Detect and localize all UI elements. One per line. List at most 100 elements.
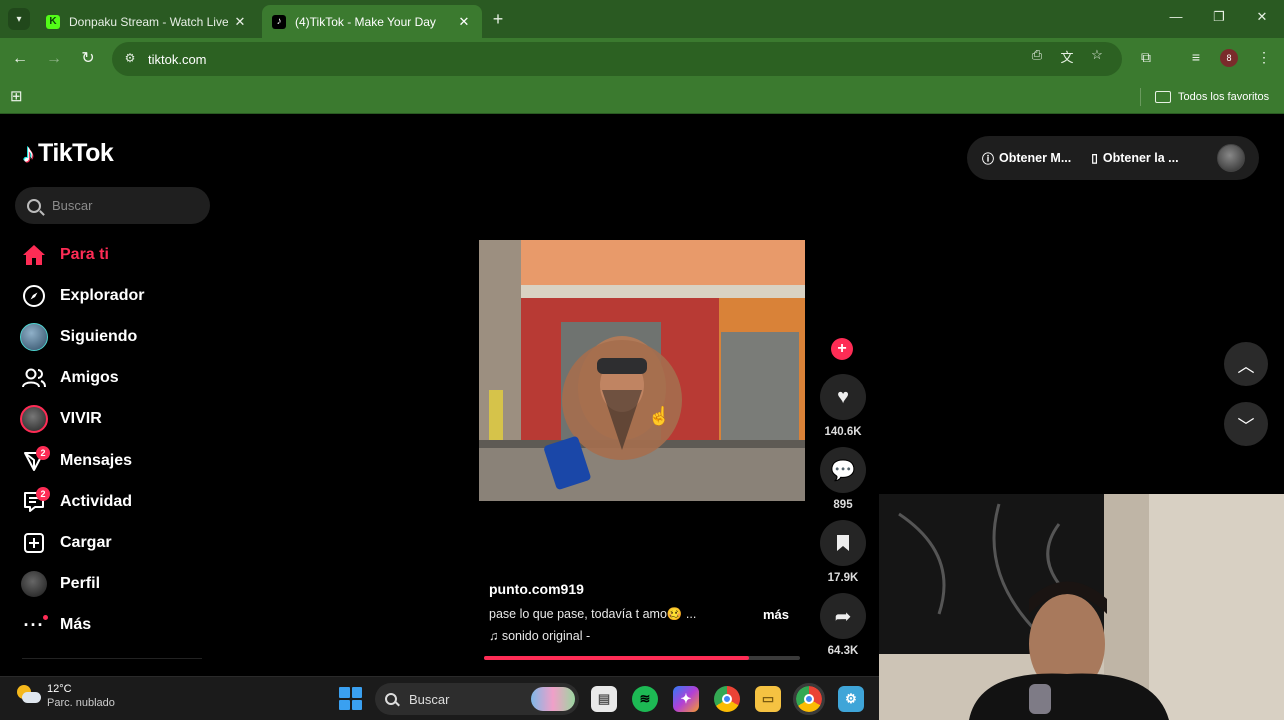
bookmarks-bar: ⊞ Todos los favoritos: [0, 80, 1284, 114]
save-action[interactable]: 17.9K: [818, 520, 868, 584]
forward-icon[interactable]: →: [44, 49, 64, 69]
search-highlight-image: [531, 687, 575, 711]
video-username[interactable]: punto.com919: [489, 581, 799, 597]
windows-start-icon[interactable]: [339, 687, 362, 710]
profile-avatar-icon: [18, 570, 50, 598]
chrome-profile-icon[interactable]: [793, 683, 825, 715]
extensions-icon[interactable]: ⧉: [1136, 49, 1156, 69]
back-icon[interactable]: ←: [10, 49, 30, 69]
chrome-icon[interactable]: [714, 686, 740, 712]
tab-donpaku-stream[interactable]: K Donpaku Stream - Watch Live c ✕: [36, 5, 258, 38]
like-count: 140.6K: [824, 426, 862, 438]
profile-avatar[interactable]: 8: [1220, 49, 1238, 67]
control-panel-icon[interactable]: ⚙: [838, 686, 864, 712]
tiktok-logo[interactable]: ♪ TikTok: [22, 138, 114, 169]
sidebar-item-label: VIVIR: [60, 410, 102, 428]
search-icon: [27, 198, 41, 213]
weather-widget[interactable]: 12°C Parc. nublado: [17, 683, 115, 709]
like-action[interactable]: ♥ 140.6K: [818, 374, 868, 438]
taskbar-search[interactable]: Buscar: [375, 683, 579, 715]
minimize-icon[interactable]: —: [1166, 9, 1186, 29]
site-settings-icon[interactable]: ⚙: [122, 51, 138, 67]
file-explorer-icon[interactable]: ▭: [755, 686, 781, 712]
video-description: pase lo que pase, todavía t amo🥴 ... más: [489, 607, 799, 622]
taskbar-search-label: Buscar: [409, 691, 450, 707]
sidebar-item-vivir[interactable]: VIVIR: [18, 399, 218, 440]
user-avatar[interactable]: [1217, 144, 1245, 172]
restore-icon[interactable]: ❐: [1209, 9, 1229, 29]
translate-icon[interactable]: 文: [1058, 47, 1076, 65]
windows-taskbar: 12°C Parc. nublado Buscar ▤ ≋ ✦ ▭ ⚙: [0, 676, 879, 720]
close-window-icon[interactable]: ✕: [1252, 9, 1272, 29]
previous-video-button[interactable]: ︿: [1224, 342, 1268, 386]
tiktok-circle-icon: ⓘ: [982, 151, 995, 166]
share-icon[interactable]: ➦: [820, 593, 866, 639]
button-label: Obtener M...: [999, 151, 1072, 165]
video-progress-bar[interactable]: [484, 656, 800, 660]
folder-label: Todos los favoritos: [1178, 91, 1270, 103]
close-tab-icon[interactable]: ✕: [456, 14, 472, 30]
tab-tiktok[interactable]: ♪ (4)TikTok - Make Your Day ✕: [262, 5, 482, 38]
sidebar-item-label: Siguiendo: [60, 327, 138, 345]
sidebar-item-mensajes[interactable]: 2 Mensajes: [18, 440, 218, 481]
sidebar-item-actividad[interactable]: 2 Actividad: [18, 481, 218, 522]
search-icon: [385, 693, 397, 705]
activity-icon: 2: [18, 486, 50, 516]
new-tab-button[interactable]: +: [488, 9, 508, 29]
compass-icon: [18, 282, 50, 310]
copilot-icon[interactable]: ✦: [673, 686, 699, 712]
sidebar-item-para-ti[interactable]: Para ti: [18, 234, 218, 275]
menu-kebab-icon[interactable]: ⋮: [1254, 49, 1274, 69]
close-tab-icon[interactable]: ✕: [232, 14, 248, 30]
media-controls-icon[interactable]: ≡: [1186, 49, 1206, 69]
divider: [22, 658, 202, 659]
address-bar[interactable]: ⚙ tiktok.com: [112, 42, 1122, 76]
get-coins-button[interactable]: ⓘ Obtener M...: [982, 150, 1071, 167]
search-box[interactable]: [15, 187, 210, 224]
task-view-icon[interactable]: ▤: [591, 686, 617, 712]
sidebar-item-label: Amigos: [60, 369, 119, 387]
browser-tab-strip: ▾ K Donpaku Stream - Watch Live c ✕ ♪ (4…: [0, 0, 1284, 38]
more-icon: ···: [18, 611, 50, 639]
heart-icon[interactable]: ♥: [820, 374, 866, 420]
sidebar-item-amigos[interactable]: Amigos: [18, 358, 218, 399]
apps-grid-icon[interactable]: ⊞: [10, 87, 28, 105]
button-label: Obtener la ...: [1102, 151, 1179, 165]
sidebar-item-mas[interactable]: ··· Más: [18, 605, 218, 646]
sound-info[interactable]: ♫ sonido original -: [489, 629, 799, 643]
sidebar-item-label: Explorador: [60, 286, 145, 304]
more-button[interactable]: más: [763, 607, 789, 622]
install-app-icon[interactable]: ⎙: [1028, 47, 1046, 65]
next-video-button[interactable]: ﹀: [1224, 402, 1268, 446]
video-frame-image: [479, 240, 805, 501]
comment-action[interactable]: 💬 895: [818, 447, 868, 511]
reload-icon[interactable]: ↻: [78, 49, 98, 69]
tab-search-chevron-icon[interactable]: ▾: [8, 8, 30, 30]
sidebar-item-cargar[interactable]: Cargar: [18, 522, 218, 563]
video-player[interactable]: [479, 240, 805, 501]
get-app-button[interactable]: ▯ Obtener la ...: [1091, 151, 1178, 165]
sidebar-item-perfil[interactable]: Perfil: [18, 564, 218, 605]
share-count: 64.3K: [827, 645, 859, 657]
bookmark-icon[interactable]: [820, 520, 866, 566]
share-action[interactable]: ➦ 64.3K: [818, 593, 868, 657]
music-note-icon: ♫: [489, 629, 502, 643]
follow-plus-button[interactable]: +: [831, 338, 853, 360]
all-bookmarks-folder[interactable]: Todos los favoritos: [1155, 87, 1269, 107]
webcam-overlay: [879, 494, 1284, 720]
friends-icon: [18, 364, 50, 392]
search-input[interactable]: [52, 198, 192, 213]
sidebar-item-explorador[interactable]: Explorador: [18, 275, 218, 316]
webcam-image: [879, 494, 1284, 720]
bookmark-star-icon[interactable]: ☆: [1088, 47, 1106, 65]
sidebar-item-siguiendo[interactable]: Siguiendo: [18, 316, 218, 357]
browser-toolbar: ← → ↻ ⚙ tiktok.com ⎙ 文 ☆ ⧉ ≡ 8 ⋮: [0, 38, 1284, 80]
folder-icon: [1155, 91, 1171, 103]
comment-icon[interactable]: 💬: [820, 447, 866, 493]
spotify-icon[interactable]: ≋: [632, 686, 658, 712]
notification-badge: 2: [36, 486, 50, 501]
chevron-up-icon: ︿: [1237, 356, 1255, 376]
divider: [1140, 88, 1141, 106]
sidebar-item-label: Para ti: [60, 245, 109, 263]
upload-icon: [18, 529, 50, 557]
